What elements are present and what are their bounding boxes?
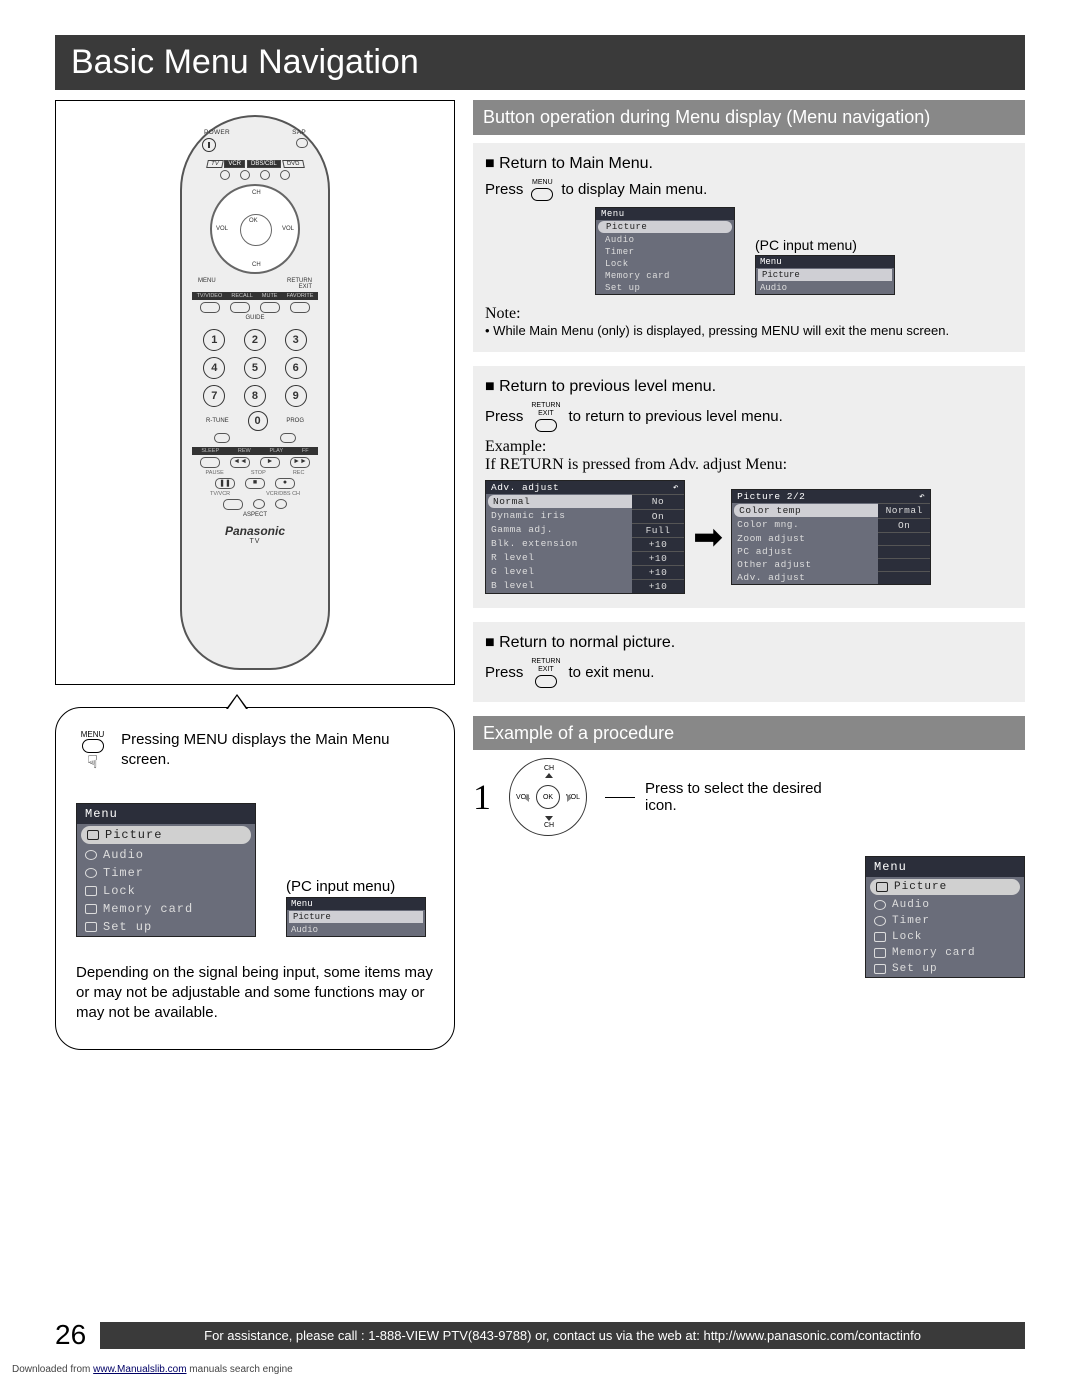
menu-button-graphic: MENU bbox=[531, 179, 553, 201]
section-heading-2: Example of a procedure bbox=[473, 716, 1025, 751]
return-button-graphic: RETURNEXIT bbox=[531, 402, 560, 432]
picture22-osd: Picture 2/2↶ Color tempNormal Color mng.… bbox=[731, 489, 931, 585]
mode-vcr: VCR bbox=[224, 160, 245, 168]
step-number: 1 bbox=[473, 776, 491, 818]
remote-illustration: POWER SAP TV VCR DBS/CBL DVD bbox=[55, 100, 455, 685]
section-heading-1: Button operation during Menu display (Me… bbox=[473, 100, 1025, 135]
footer-bar: For assistance, please call : 1-888-VIEW… bbox=[100, 1322, 1025, 1349]
return-prev-block: Return to previous level menu. Press RET… bbox=[473, 366, 1025, 608]
brand-logo: Panasonic bbox=[192, 524, 318, 538]
pc-input-label: (PC input menu) bbox=[286, 878, 426, 895]
step-text: Press to select the desired icon. bbox=[645, 780, 845, 814]
osd-pc-menu-small: Menu Picture Audio bbox=[755, 255, 895, 295]
nav-pad-graphic: OK CH CH VOL VOL bbox=[509, 758, 587, 836]
menu-callout: MENU ☟ Pressing MENU displays the Main M… bbox=[55, 707, 455, 1050]
power-label: POWER bbox=[204, 129, 230, 136]
arrow-icon: ➡ bbox=[693, 519, 723, 555]
mode-dvd: DVD bbox=[282, 160, 304, 168]
sap-label: SAP bbox=[292, 129, 306, 136]
return-button-graphic-2: RETURNEXIT bbox=[531, 658, 560, 688]
osd-main-menu-small: Menu Picture Audio Timer Lock Memory car… bbox=[595, 207, 735, 295]
osd-step-menu: Menu Picture Audio Timer Lock Memory car… bbox=[865, 856, 1025, 978]
page-number: 26 bbox=[55, 1319, 86, 1351]
mode-dbs: DBS/CBL bbox=[247, 160, 281, 168]
osd-main-menu: Menu Picture Audio Timer Lock Memory car… bbox=[76, 803, 256, 937]
number-pad: 123 456 789 bbox=[200, 329, 310, 407]
return-main-block: Return to Main Menu. Press MENU to displ… bbox=[473, 143, 1025, 352]
osd-pc-menu: Menu Picture Audio bbox=[286, 897, 426, 937]
nav-pad: CH OK VOL VOL CH bbox=[210, 184, 300, 274]
menu-callout-text: Pressing MENU displays the Main Menu scr… bbox=[121, 730, 434, 771]
return-normal-block: Return to normal picture. Press RETURNEX… bbox=[473, 622, 1025, 702]
download-credit: Downloaded from www.Manualslib.com manua… bbox=[12, 1364, 293, 1375]
mode-tv: TV bbox=[206, 160, 223, 168]
manualslib-link[interactable]: www.Manualslib.com bbox=[93, 1364, 186, 1375]
page-title: Basic Menu Navigation bbox=[55, 35, 1025, 90]
adv-adjust-osd: Adv. adjust↶ NormalNo Dynamic irisOn Gam… bbox=[485, 480, 685, 594]
signal-note: Depending on the signal being input, som… bbox=[76, 963, 434, 1024]
menu-button-icon: MENU ☟ bbox=[76, 730, 109, 769]
